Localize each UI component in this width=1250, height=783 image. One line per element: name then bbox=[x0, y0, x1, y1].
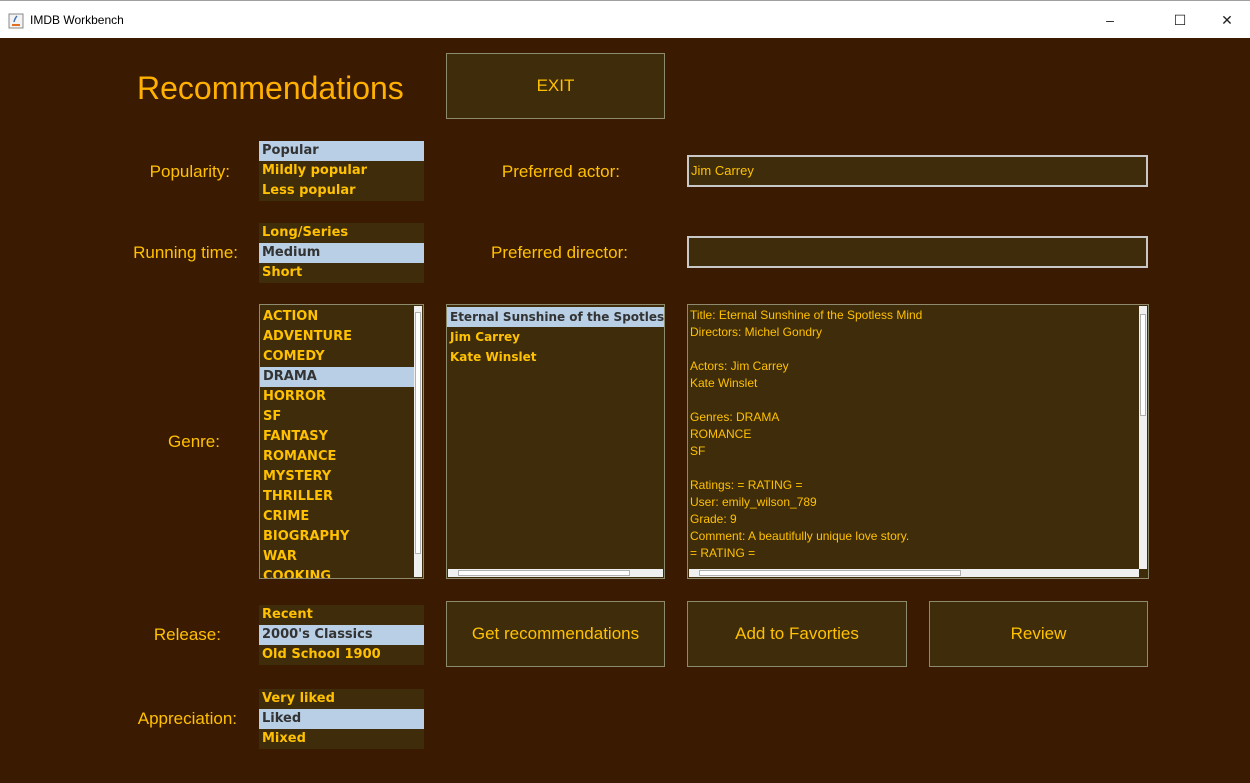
detail-line bbox=[688, 460, 1148, 477]
page-title: Recommendations bbox=[137, 70, 404, 106]
detail-line bbox=[688, 341, 1148, 358]
scroll-thumb[interactable] bbox=[699, 570, 961, 576]
detail-line: = RATING = bbox=[690, 546, 756, 560]
running-time-option[interactable]: Long/Series bbox=[259, 223, 424, 243]
window-titlebar: IMDB Workbench – ☐ ✕ bbox=[0, 0, 1250, 38]
genre-option[interactable]: ROMANCE bbox=[260, 447, 423, 467]
genre-option[interactable]: COOKING bbox=[260, 567, 423, 578]
results-list[interactable]: Eternal Sunshine of the Spotless Mind Ji… bbox=[446, 304, 665, 579]
release-list[interactable]: Recent 2000's Classics Old School 1900 bbox=[259, 605, 424, 665]
details-text-area[interactable]: Title: Eternal Sunshine of the Spotless … bbox=[687, 304, 1149, 579]
review-button[interactable]: Review bbox=[929, 601, 1148, 667]
detail-line: Actors: Jim Carrey bbox=[690, 359, 789, 373]
detail-line: SF bbox=[690, 444, 706, 458]
genre-list[interactable]: ACTION ADVENTURE COMEDY DRAMA HORROR SF … bbox=[259, 304, 424, 579]
main-content: Recommendations EXIT Popularity: Running… bbox=[0, 38, 1250, 783]
release-option[interactable]: Old School 1900 bbox=[259, 645, 424, 665]
get-recommendations-button[interactable]: Get recommendations bbox=[446, 601, 665, 667]
appreciation-list[interactable]: Very liked Liked Mixed bbox=[259, 689, 424, 749]
window-title: IMDB Workbench bbox=[30, 13, 124, 27]
detail-line: Title: Eternal Sunshine of the Spotless … bbox=[690, 308, 923, 322]
detail-line: Genres: DRAMA bbox=[690, 410, 780, 424]
scroll-thumb[interactable] bbox=[458, 570, 630, 576]
detail-line: ROMANCE bbox=[690, 427, 752, 441]
running-time-list[interactable]: Long/Series Medium Short bbox=[259, 223, 424, 283]
genre-option[interactable]: MYSTERY bbox=[260, 467, 423, 487]
details-vertical-scrollbar[interactable] bbox=[1139, 306, 1147, 569]
release-label: Release: bbox=[153, 625, 221, 644]
java-app-icon bbox=[8, 13, 24, 29]
running-time-option[interactable]: Short bbox=[259, 263, 424, 283]
detail-line bbox=[688, 392, 1148, 409]
popularity-option[interactable]: Less popular bbox=[259, 181, 424, 201]
details-horizontal-scrollbar[interactable] bbox=[689, 569, 1139, 577]
genre-vertical-scrollbar[interactable] bbox=[414, 306, 422, 577]
running-time-label: Running time: bbox=[133, 243, 238, 262]
detail-line: Comment: A beautifully unique love story… bbox=[690, 529, 910, 543]
preferred-director-field[interactable] bbox=[687, 236, 1148, 268]
appreciation-label: Appreciation: bbox=[137, 709, 237, 728]
detail-line: Grade: 9 bbox=[690, 512, 737, 526]
results-horizontal-scrollbar[interactable] bbox=[448, 569, 663, 577]
genre-option[interactable]: SF bbox=[260, 407, 423, 427]
detail-line: Kate Winslet bbox=[690, 376, 758, 390]
running-time-option[interactable]: Medium bbox=[259, 243, 424, 263]
scroll-thumb[interactable] bbox=[1140, 314, 1146, 416]
genre-option[interactable]: COMEDY bbox=[260, 347, 423, 367]
exit-button[interactable]: EXIT bbox=[446, 53, 665, 119]
genre-option[interactable]: THRILLER bbox=[260, 487, 423, 507]
add-to-favorites-button[interactable]: Add to Favorties bbox=[687, 601, 907, 667]
appreciation-option[interactable]: Very liked bbox=[259, 689, 424, 709]
result-item[interactable]: Jim Carrey bbox=[447, 327, 664, 347]
genre-option[interactable]: BIOGRAPHY bbox=[260, 527, 423, 547]
genre-option[interactable]: WAR bbox=[260, 547, 423, 567]
popularity-label: Popularity: bbox=[149, 162, 230, 181]
detail-line: Ratings: = RATING = bbox=[690, 478, 803, 492]
close-button[interactable]: ✕ bbox=[1204, 1, 1250, 39]
popularity-list[interactable]: Popular Mildly popular Less popular bbox=[259, 141, 424, 201]
preferred-actor-field[interactable]: Jim Carrey bbox=[687, 155, 1148, 187]
preferred-director-label: Preferred director: bbox=[491, 243, 628, 262]
result-item[interactable]: Eternal Sunshine of the Spotless Mind bbox=[447, 307, 664, 327]
release-option[interactable]: 2000's Classics bbox=[259, 625, 424, 645]
scroll-thumb[interactable] bbox=[415, 312, 421, 554]
appreciation-option[interactable]: Liked bbox=[259, 709, 424, 729]
release-option[interactable]: Recent bbox=[259, 605, 424, 625]
genre-label: Genre: bbox=[168, 432, 220, 451]
genre-option[interactable]: ACTION bbox=[260, 307, 423, 327]
maximize-button[interactable]: ☐ bbox=[1157, 1, 1203, 39]
genre-option[interactable]: CRIME bbox=[260, 507, 423, 527]
appreciation-option[interactable]: Mixed bbox=[259, 729, 424, 749]
detail-line: User: emily_wilson_789 bbox=[690, 495, 817, 509]
result-item[interactable]: Kate Winslet bbox=[447, 347, 664, 367]
detail-line: Directors: Michel Gondry bbox=[690, 325, 823, 339]
genre-option[interactable]: ADVENTURE bbox=[260, 327, 423, 347]
genre-option[interactable]: DRAMA bbox=[260, 367, 415, 387]
popularity-option[interactable]: Mildly popular bbox=[259, 161, 424, 181]
genre-option[interactable]: HORROR bbox=[260, 387, 423, 407]
popularity-option[interactable]: Popular bbox=[259, 141, 424, 161]
minimize-button[interactable]: – bbox=[1087, 1, 1133, 39]
preferred-actor-label: Preferred actor: bbox=[501, 162, 620, 181]
genre-option[interactable]: FANTASY bbox=[260, 427, 423, 447]
